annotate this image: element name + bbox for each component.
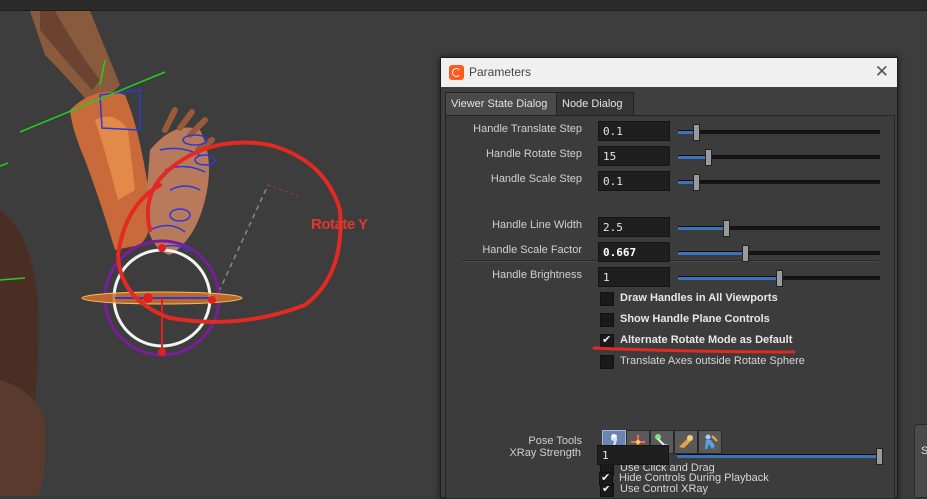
handle-rotate-step-slider[interactable] bbox=[678, 149, 880, 166]
slider-thumb[interactable] bbox=[693, 174, 701, 191]
tab-node-dialog[interactable]: Node Dialog bbox=[556, 92, 634, 115]
partial-panel-text: S bbox=[921, 445, 927, 457]
checkbox[interactable] bbox=[600, 333, 614, 348]
param-label: Handle Rotate Step bbox=[485, 148, 582, 160]
handle-brightness-slider[interactable] bbox=[678, 270, 880, 287]
param-handle-brightness: Handle Brightness 1 bbox=[446, 265, 894, 287]
param-label: Handle Scale Step bbox=[490, 173, 582, 185]
lower-params: XRay Strength 1 Hide Controls During Pla… bbox=[445, 443, 893, 496]
param-label: Handle Line Width bbox=[492, 219, 582, 231]
handle-line-width-field[interactable]: 2.5 bbox=[598, 217, 670, 237]
param-handle-scale-factor: Handle Scale Factor 0.667 bbox=[446, 240, 894, 262]
dialog-titlebar[interactable]: Parameters ✕ bbox=[441, 58, 897, 87]
checkbox-label: Translate Axes outside Rotate Sphere bbox=[620, 355, 805, 367]
handle-translate-step-field[interactable]: 0.1 bbox=[598, 121, 670, 141]
param-label: Handle Translate Step bbox=[473, 123, 582, 135]
handle-translate-step-slider[interactable] bbox=[678, 124, 880, 141]
checkbox[interactable] bbox=[599, 471, 613, 486]
slider-thumb[interactable] bbox=[693, 124, 701, 141]
param-handle-line-width: Handle Line Width 2.5 bbox=[446, 215, 894, 237]
checkbox-label: Draw Handles in All Viewports bbox=[620, 292, 778, 304]
checkbox-label: Alternate Rotate Mode as Default bbox=[620, 334, 793, 346]
param-xray-strength: XRay Strength 1 bbox=[445, 443, 893, 465]
param-label: Handle Brightness bbox=[492, 269, 582, 281]
slider-thumb[interactable] bbox=[876, 448, 883, 465]
handle-scale-step-field[interactable]: 0.1 bbox=[598, 171, 670, 191]
param-handle-scale-step: Handle Scale Step 0.1 bbox=[446, 169, 894, 191]
slider-thumb[interactable] bbox=[705, 149, 713, 166]
handle-scale-factor-field[interactable]: 0.667 bbox=[598, 242, 670, 262]
partial-panel-edge: S bbox=[914, 424, 927, 498]
param-label: XRay Strength bbox=[509, 447, 581, 459]
houdini-logo-icon bbox=[449, 65, 464, 80]
handle-rotate-step-field[interactable]: 15 bbox=[598, 146, 670, 166]
xray-strength-field[interactable]: 1 bbox=[597, 445, 669, 465]
checkbox[interactable] bbox=[600, 292, 614, 306]
handle-line-width-slider[interactable] bbox=[678, 220, 880, 237]
close-icon[interactable]: ✕ bbox=[875, 62, 889, 82]
dialog-title: Parameters bbox=[469, 65, 532, 79]
param-handle-rotate-step: Handle Rotate Step 15 bbox=[446, 144, 894, 166]
xray-strength-slider[interactable] bbox=[677, 448, 883, 465]
param-handle-translate-step: Handle Translate Step 0.1 bbox=[446, 119, 894, 141]
checkbox[interactable] bbox=[600, 313, 614, 327]
checkbox[interactable] bbox=[600, 355, 614, 369]
viewer-state-panel: Handle Translate Step 0.1 Handle Rotate … bbox=[445, 115, 895, 498]
annotation-label: Rotate Y bbox=[311, 216, 368, 233]
slider-thumb[interactable] bbox=[741, 245, 749, 262]
slider-thumb[interactable] bbox=[723, 220, 731, 237]
param-label: Handle Scale Factor bbox=[482, 244, 582, 256]
slider-thumb[interactable] bbox=[776, 270, 783, 287]
handle-brightness-field[interactable]: 1 bbox=[598, 267, 670, 287]
checkbox-label: Hide Controls During Playback bbox=[619, 472, 769, 484]
handle-scale-factor-slider[interactable] bbox=[678, 245, 880, 262]
top-toolbar bbox=[0, 0, 927, 11]
parameters-dialog: Parameters ✕ Viewer State Dialog Node Di… bbox=[440, 57, 898, 498]
checkbox-label: Show Handle Plane Controls bbox=[620, 313, 770, 325]
handle-scale-step-slider[interactable] bbox=[678, 174, 880, 191]
tab-viewer-state-dialog[interactable]: Viewer State Dialog bbox=[445, 92, 557, 115]
